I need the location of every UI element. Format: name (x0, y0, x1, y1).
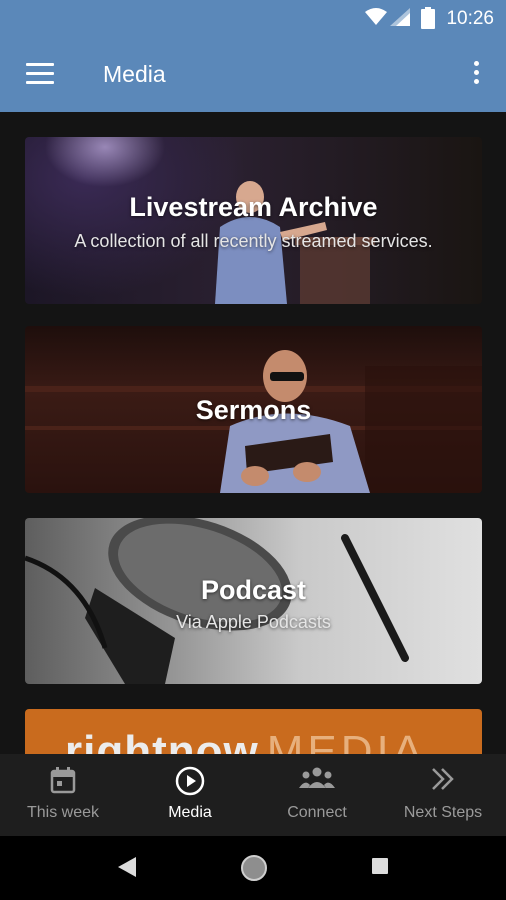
wifi-icon (365, 8, 387, 25)
home-icon[interactable] (241, 855, 267, 881)
card-title: Sermons (195, 395, 312, 425)
nav-media[interactable]: Media (127, 754, 253, 836)
nav-label: Next Steps (403, 804, 483, 821)
nav-label: Connect (287, 804, 347, 821)
nav-label: This week (26, 804, 100, 821)
nav-label: Media (168, 804, 212, 821)
app-header: 10:26 Media (0, 0, 506, 112)
podcast-card[interactable]: Podcast Via Apple Podcasts (25, 518, 482, 684)
sermons-card[interactable]: Sermons (25, 326, 482, 493)
card-subtitle: Via Apple Podcasts (176, 612, 331, 632)
livestream-archive-card[interactable]: Livestream Archive A collection of all r… (25, 137, 482, 304)
status-bar: 10:26 (0, 0, 506, 37)
rightnow-media-logo: rightnow MEDIA (65, 727, 427, 755)
double-chevron-right-icon (432, 768, 454, 790)
play-circle-icon (175, 766, 205, 796)
card-title: Podcast (200, 575, 307, 605)
nav-connect[interactable]: Connect (254, 754, 380, 836)
nav-next-steps[interactable]: Next Steps (380, 754, 506, 836)
system-navigation-bar (0, 836, 506, 900)
menu-icon[interactable] (26, 63, 54, 85)
page-title: Media (103, 61, 166, 87)
people-icon (299, 767, 335, 788)
nav-this-week[interactable]: This week (0, 754, 126, 836)
battery-icon (421, 7, 435, 29)
card-title: Livestream Archive (129, 192, 378, 222)
recent-apps-icon[interactable] (372, 858, 388, 874)
rightnow-media-card[interactable]: rightnow MEDIA (25, 709, 482, 755)
back-icon[interactable] (118, 857, 136, 877)
calendar-icon (50, 767, 76, 794)
more-options-icon[interactable] (472, 61, 480, 87)
card-subtitle: A collection of all recently streamed se… (74, 231, 433, 251)
bottom-navigation: This week Media Connect Next Steps (0, 754, 506, 836)
cell-signal-icon (390, 8, 410, 26)
status-time: 10:26 (446, 8, 494, 29)
